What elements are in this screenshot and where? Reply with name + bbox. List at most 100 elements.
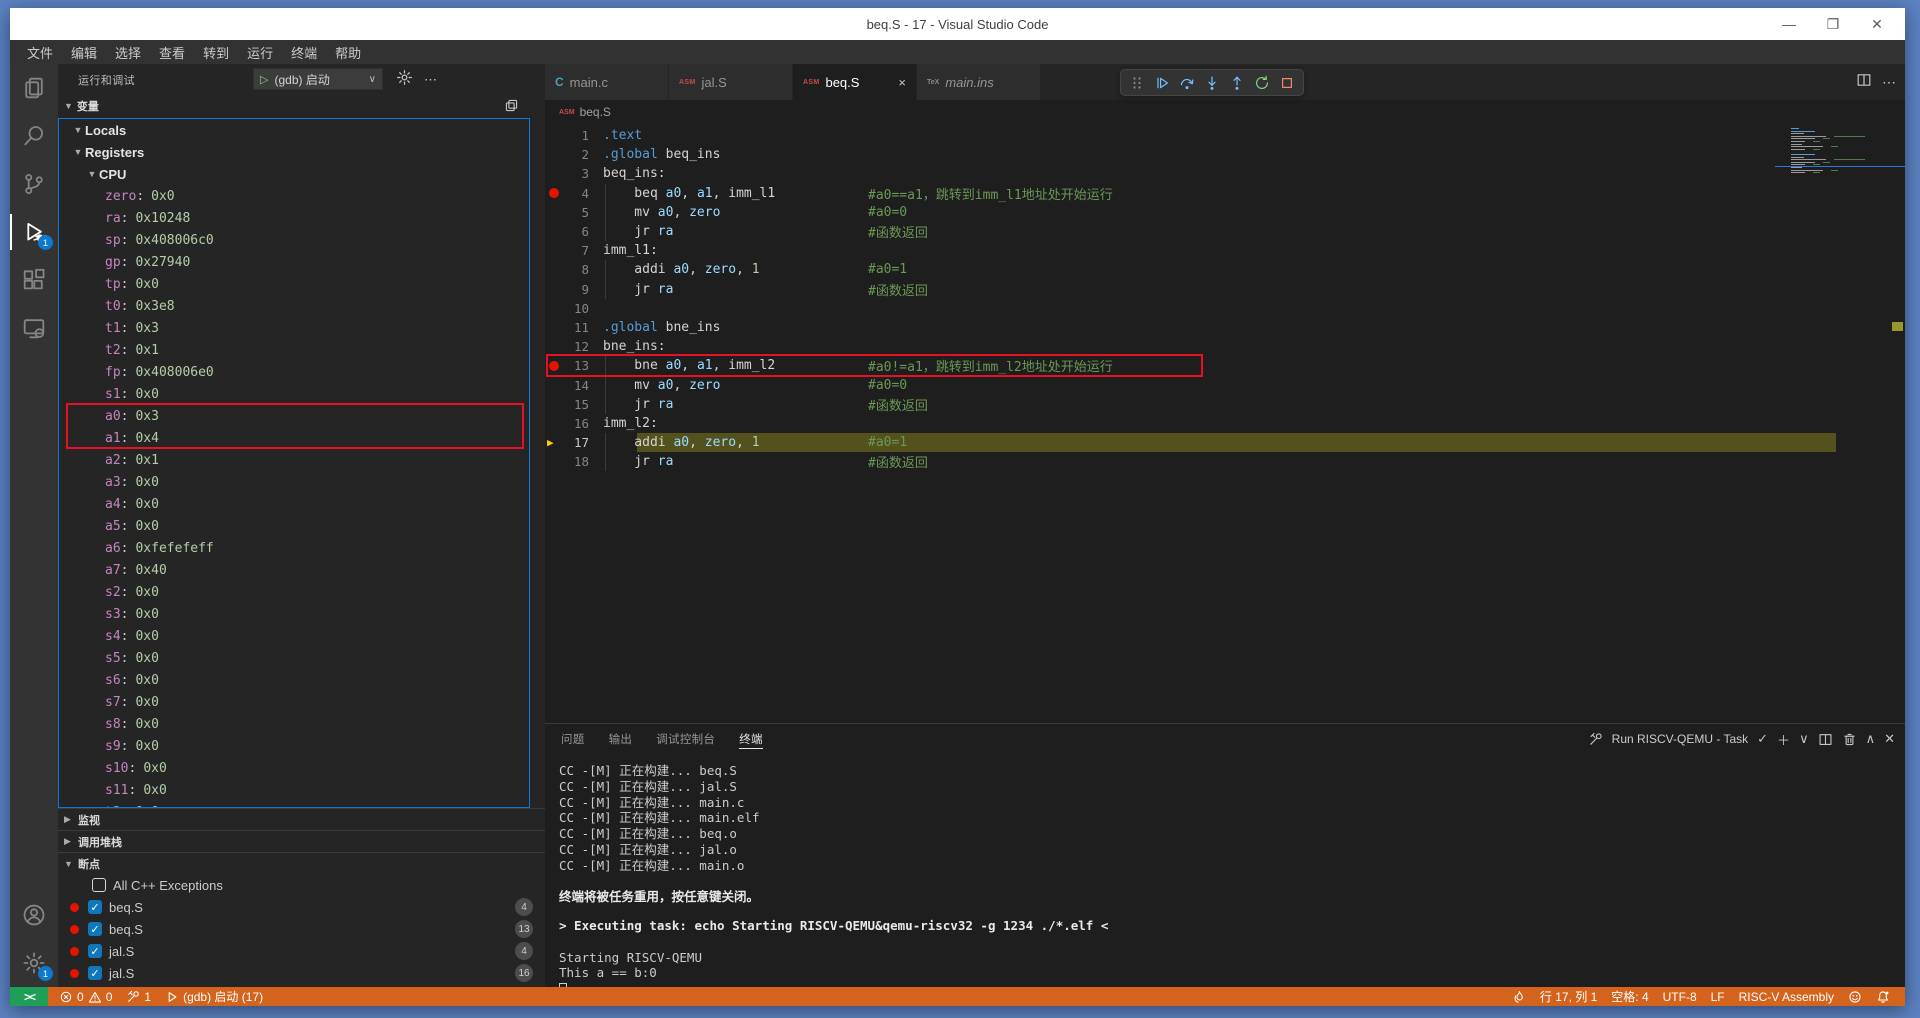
register-s3[interactable]: s3:0x0 (59, 603, 529, 625)
gear-icon[interactable] (396, 69, 413, 89)
gutter[interactable]: 6 (545, 222, 603, 241)
register-a5[interactable]: a5:0x0 (59, 515, 529, 537)
step-out-button[interactable] (1226, 72, 1248, 94)
breadcrumb[interactable]: ASM beq.S (545, 100, 1905, 124)
gutter[interactable]: 14 (545, 375, 603, 394)
step-into-button[interactable] (1201, 72, 1223, 94)
gutter[interactable]: 3 (545, 164, 603, 183)
gutter[interactable]: 11 (545, 318, 603, 337)
breakpoint-row-3[interactable]: ✓jal.S16 (58, 962, 545, 984)
breakpoints-section-header[interactable]: ▼ 断点 (58, 852, 545, 874)
register-a4[interactable]: a4:0x0 (59, 493, 529, 515)
register-t1[interactable]: t1:0x3 (59, 317, 529, 339)
launch-config-dropdown[interactable]: ▷ (gdb) 启动 ∨ (253, 68, 383, 90)
register-a2[interactable]: a2:0x1 (59, 449, 529, 471)
breakpoint-checkbox[interactable]: ✓ (88, 900, 102, 914)
breakpoint-dot-icon[interactable] (549, 361, 559, 371)
register-a1[interactable]: a1:0x4 (59, 427, 529, 449)
breakpoint-row-0[interactable]: ✓beq.S4 (58, 896, 545, 918)
gutter[interactable]: 7 (545, 241, 603, 260)
gutter[interactable]: 18 (545, 452, 603, 471)
maximize-panel-icon[interactable]: ∧ (1866, 731, 1876, 747)
terminal-output[interactable]: CC -[M] 正在构建... beq.SCC -[M] 正在构建... jal… (545, 754, 1905, 987)
continue-button[interactable] (1151, 72, 1173, 94)
gutter[interactable]: 1 (545, 126, 603, 145)
tasks-indicator[interactable]: 1 (119, 987, 158, 1006)
activity-account-icon[interactable] (10, 891, 58, 939)
trash-icon[interactable] (1842, 732, 1857, 747)
gutter[interactable]: 13 (545, 356, 603, 375)
more-actions-icon[interactable]: ⋯ (424, 72, 438, 88)
gutter[interactable]: 4 (545, 184, 603, 203)
maximize-button[interactable]: ❐ (1811, 8, 1855, 40)
activity-run-debug-icon[interactable]: 1 (10, 208, 58, 256)
encoding[interactable]: UTF-8 (1656, 987, 1704, 1006)
gutter[interactable]: 2 (545, 145, 603, 164)
panel-tab-调试控制台[interactable]: 调试控制台 (656, 724, 715, 754)
register-zero[interactable]: zero:0x0 (59, 185, 529, 207)
task-label[interactable]: Run RISCV-QEMU - Task (1612, 732, 1748, 746)
register-s8[interactable]: s8:0x0 (59, 713, 529, 735)
register-s2[interactable]: s2:0x0 (59, 581, 529, 603)
call-stack-section-header[interactable]: ▶ 调用堆栈 (58, 830, 545, 852)
register-t0[interactable]: t0:0x3e8 (59, 295, 529, 317)
register-tp[interactable]: tp:0x0 (59, 273, 529, 295)
activity-source-control-icon[interactable] (10, 160, 58, 208)
tab-main.c[interactable]: Cmain.c (545, 64, 668, 100)
menu-item-0[interactable]: 文件 (18, 40, 62, 64)
chevron-down-icon[interactable]: ∨ (1799, 731, 1809, 747)
gutter[interactable]: 5 (545, 203, 603, 222)
feedback-button[interactable] (1841, 987, 1869, 1006)
step-over-button[interactable] (1176, 72, 1198, 94)
register-ra[interactable]: ra:0x10248 (59, 207, 529, 229)
activity-explorer-icon[interactable] (10, 64, 58, 112)
menu-item-6[interactable]: 终端 (282, 40, 326, 64)
tab-beq.S[interactable]: ASMbeq.S× (793, 64, 916, 100)
panel-tab-终端[interactable]: 终端 (739, 724, 763, 754)
tab-jal.S[interactable]: ASMjal.S (669, 64, 792, 100)
problems-indicator[interactable]: 00 (52, 987, 119, 1006)
register-a6[interactable]: a6:0xfefefeff (59, 537, 529, 559)
register-s11[interactable]: s11:0x0 (59, 779, 529, 801)
breakpoint-checkbox[interactable]: ✓ (88, 922, 102, 936)
cursor-position[interactable]: 行 17, 列 1 (1533, 987, 1604, 1006)
activity-settings-gear-icon[interactable]: 1 (10, 939, 58, 987)
register-s5[interactable]: s5:0x0 (59, 647, 529, 669)
close-panel-icon[interactable]: ✕ (1884, 731, 1895, 747)
check-icon[interactable]: ✓ (1757, 731, 1768, 747)
panel-tab-问题[interactable]: 问题 (561, 724, 585, 754)
drag-handle-button[interactable] (1126, 72, 1148, 94)
tree-item-locals[interactable]: ▼Locals (59, 119, 529, 141)
eol[interactable]: LF (1704, 987, 1732, 1006)
exceptions-checkbox[interactable] (92, 878, 106, 892)
close-icon[interactable]: × (898, 75, 906, 90)
register-s9[interactable]: s9:0x0 (59, 735, 529, 757)
new-terminal-icon[interactable]: ＋ (1777, 730, 1790, 749)
code-editor[interactable]: ASM beq.S 1.text2.global beq_ins3beq_ins… (545, 100, 1905, 723)
breakpoint-checkbox[interactable]: ✓ (88, 944, 102, 958)
restart-button[interactable] (1251, 72, 1273, 94)
gutter[interactable]: 16 (545, 414, 603, 433)
gutter[interactable]: 12 (545, 337, 603, 356)
register-t2[interactable]: t2:0x1 (59, 339, 529, 361)
register-sp[interactable]: sp:0x408006c0 (59, 229, 529, 251)
panel-tab-输出[interactable]: 输出 (609, 724, 633, 754)
register-gp[interactable]: gp:0x27940 (59, 251, 529, 273)
menu-item-7[interactable]: 帮助 (326, 40, 370, 64)
register-a7[interactable]: a7:0x40 (59, 559, 529, 581)
register-a3[interactable]: a3:0x0 (59, 471, 529, 493)
menu-item-5[interactable]: 运行 (238, 40, 282, 64)
register-s1[interactable]: s1:0x0 (59, 383, 529, 405)
register-s4[interactable]: s4:0x0 (59, 625, 529, 647)
activity-search-icon[interactable] (10, 112, 58, 160)
stop-button[interactable] (1276, 72, 1298, 94)
language-mode[interactable]: RISC-V Assembly (1732, 987, 1841, 1006)
close-button[interactable]: ✕ (1855, 8, 1899, 40)
activity-remote-explorer-icon[interactable] (10, 304, 58, 352)
breakpoint-row-2[interactable]: ✓jal.S4 (58, 940, 545, 962)
exceptions-row[interactable]: All C++ Exceptions (58, 874, 545, 896)
remote-indicator[interactable]: >< (10, 987, 48, 1006)
gutter[interactable]: 15 (545, 395, 603, 414)
tree-item-registers[interactable]: ▼Registers (59, 141, 529, 163)
gutter[interactable]: 10 (545, 299, 603, 318)
